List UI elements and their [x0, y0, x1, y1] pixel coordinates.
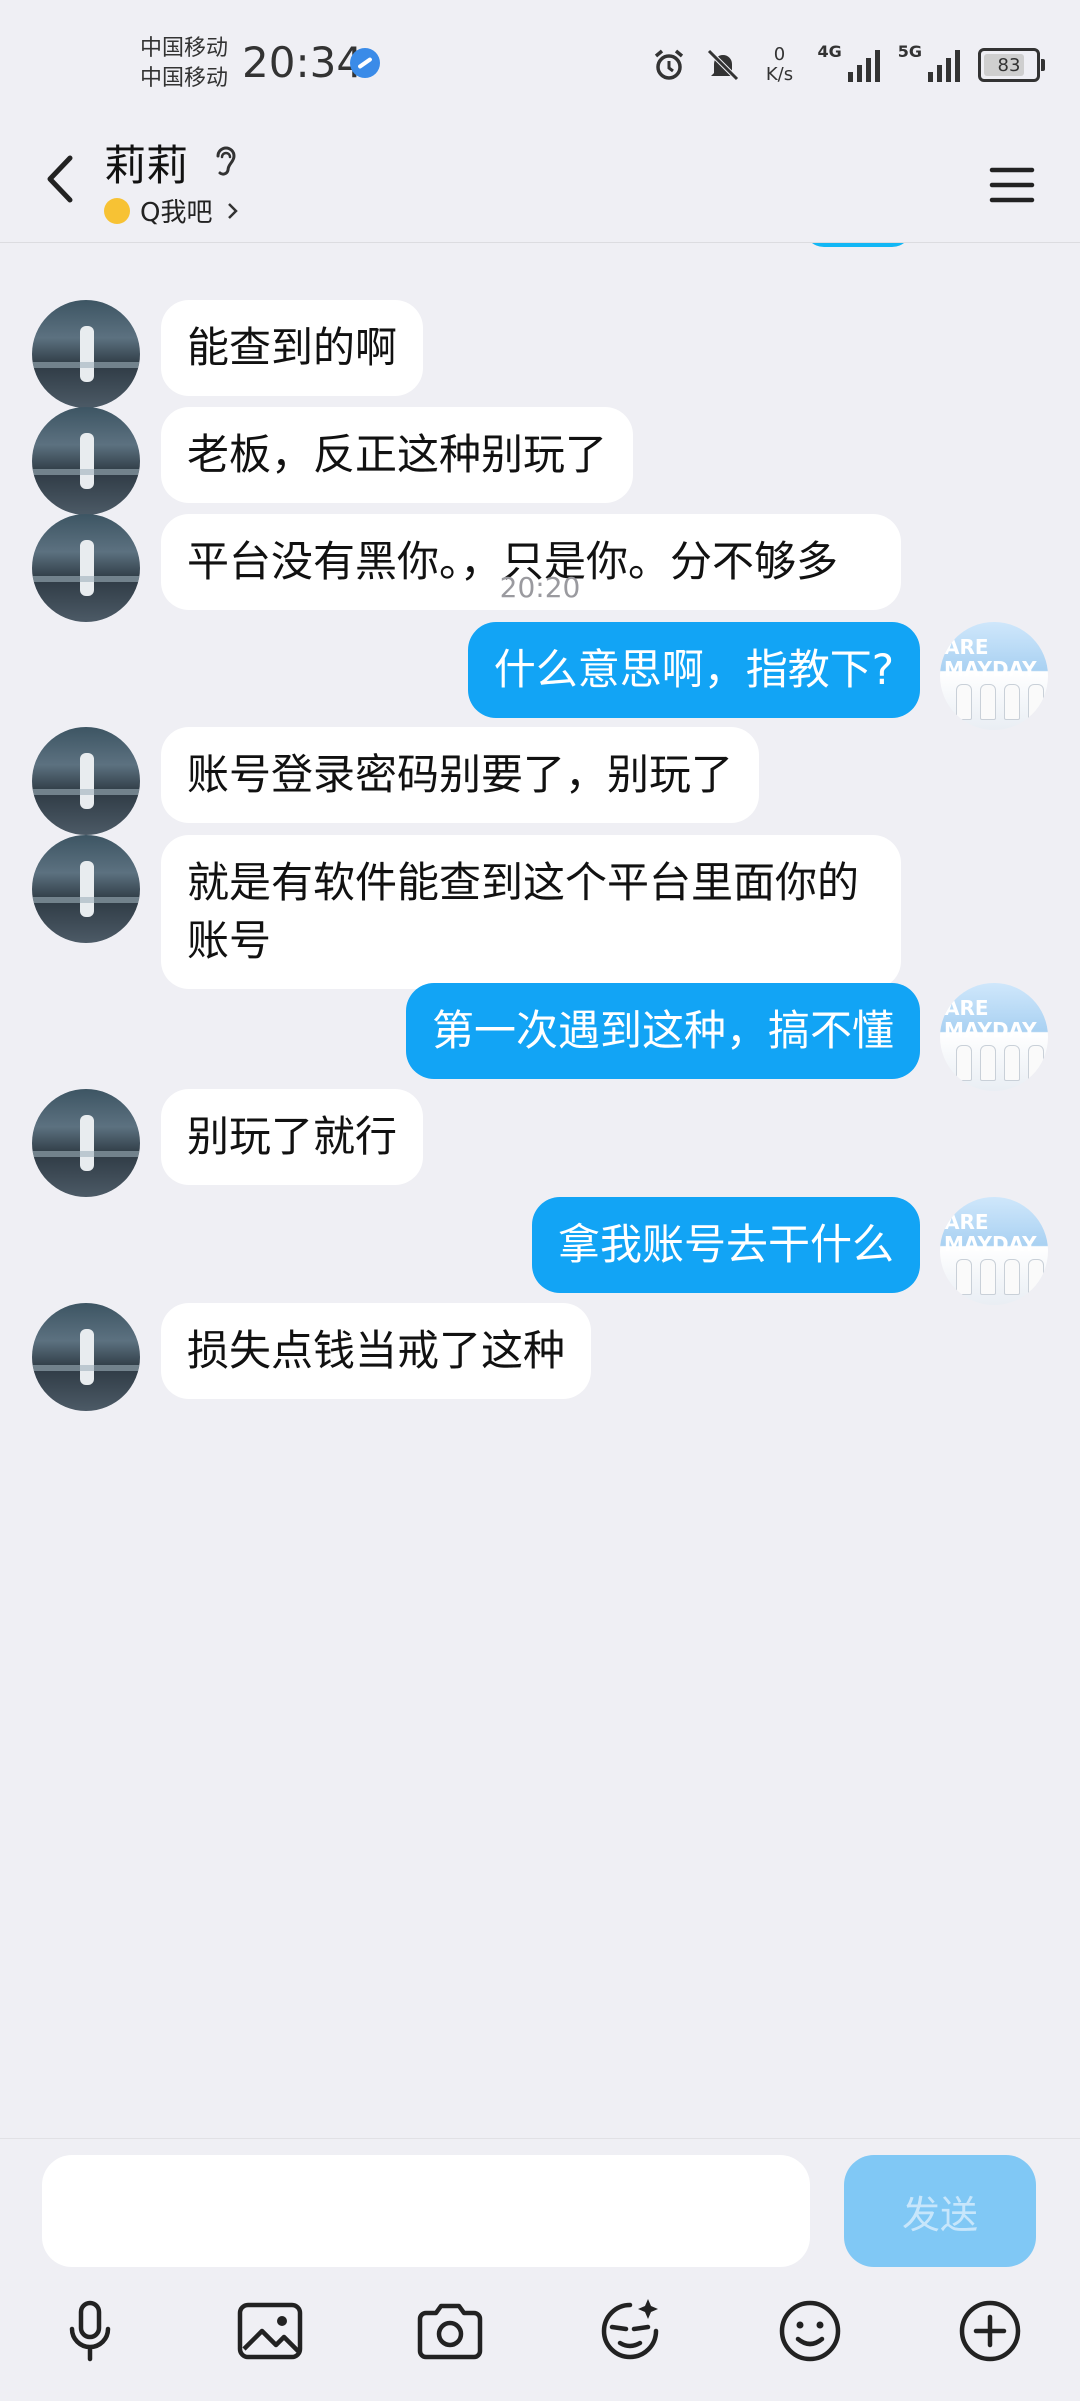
contact-avatar[interactable]: [32, 1303, 140, 1411]
contact-avatar[interactable]: [32, 835, 140, 943]
vpn-globe-icon: [350, 48, 380, 78]
network-type-1: 4G: [817, 42, 842, 61]
contact-avatar[interactable]: [32, 1089, 140, 1197]
battery-percent: 83: [997, 54, 1021, 76]
speed-value: 0: [773, 44, 786, 65]
message-list[interactable]: 能查到的啊 老板，反正这种别玩了 平台没有黑你。，只是你。分不够多 20:20 ARE …: [0, 243, 1080, 2138]
send-button[interactable]: 发送: [844, 2155, 1036, 2267]
battery-icon: 83: [978, 48, 1045, 82]
carrier-labels: 中国移动 中国移动: [140, 34, 228, 94]
partial-outgoing-bubble: [804, 243, 912, 247]
chevron-right-icon: [228, 202, 239, 219]
status-emoji-icon: [104, 197, 130, 224]
camera-icon[interactable]: [410, 2291, 490, 2371]
my-avatar[interactable]: ARE MAYDAY: [940, 1197, 1048, 1305]
avatar-text: ARE MAYDAY: [944, 1210, 1037, 1256]
contact-subtitle[interactable]: Q我吧: [104, 192, 242, 229]
status-time: 20:34: [242, 38, 364, 87]
avatar-text: ARE MAYDAY: [944, 635, 1037, 681]
contact-avatar[interactable]: [32, 300, 140, 408]
signal-2-icon: [928, 48, 960, 82]
network-speed: 0 K/s: [759, 45, 799, 85]
contact-avatar[interactable]: [32, 514, 140, 622]
message-bubble[interactable]: 账号登录密码别要了，别玩了: [161, 727, 760, 823]
menu-icon[interactable]: [976, 150, 1046, 220]
emoji-icon[interactable]: [770, 2291, 850, 2371]
signal-1-icon: [847, 48, 880, 82]
my-avatar[interactable]: ARE MAYDAY: [940, 622, 1048, 730]
carrier-1: 中国移动: [140, 36, 229, 61]
plus-icon[interactable]: [950, 2291, 1030, 2371]
status-bar: 中国移动 中国移动 20:34 0 K/s 4G 5G 83: [0, 0, 1080, 130]
ear-icon: [216, 146, 236, 176]
avatar-people: [956, 684, 1044, 720]
composer-toolbar: [0, 2291, 1080, 2371]
contact-avatar[interactable]: [32, 407, 140, 515]
avatar-people: [956, 1045, 1044, 1081]
avatar-text: ARE MAYDAY: [944, 996, 1037, 1042]
carrier-2: 中国移动: [140, 66, 229, 91]
network-type-2: 5G: [897, 42, 922, 61]
message-bubble[interactable]: 损失点钱当戒了这种: [161, 1303, 592, 1399]
speed-unit: K/s: [765, 64, 794, 85]
my-avatar[interactable]: ARE MAYDAY: [940, 983, 1048, 1091]
message-bubble[interactable]: 拿我账号去干什么: [531, 1197, 920, 1293]
microphone-icon[interactable]: [50, 2291, 130, 2371]
message-bubble[interactable]: 老板，反正这种别玩了: [161, 407, 634, 503]
contact-name[interactable]: 莉莉: [104, 132, 188, 193]
subtitle-text: Q我吧: [140, 198, 213, 228]
timestamp: 20:20: [499, 571, 581, 604]
message-bubble[interactable]: 别玩了就行: [161, 1089, 424, 1185]
message-input[interactable]: [42, 2155, 810, 2267]
contact-avatar[interactable]: [32, 727, 140, 835]
message-bubble[interactable]: 第一次遇到这种，搞不懂: [405, 983, 920, 1079]
status-icons: 0 K/s 4G 5G 83: [651, 40, 1045, 90]
image-icon[interactable]: [230, 2291, 310, 2371]
alarm-icon: [655, 49, 684, 80]
message-bubble[interactable]: 什么意思啊，指教下?: [467, 622, 920, 718]
sticker-icon[interactable]: [590, 2291, 670, 2371]
back-icon[interactable]: [30, 144, 100, 214]
message-bubble[interactable]: 能查到的啊: [161, 300, 424, 396]
composer: 发送: [0, 2138, 1080, 2401]
chat-header: 莉莉 Q我吧: [0, 130, 1080, 243]
mute-bell-icon: [707, 49, 740, 81]
message-bubble[interactable]: 就是有软件能查到这个平台里面你的账号: [161, 835, 901, 989]
avatar-people: [956, 1259, 1044, 1295]
